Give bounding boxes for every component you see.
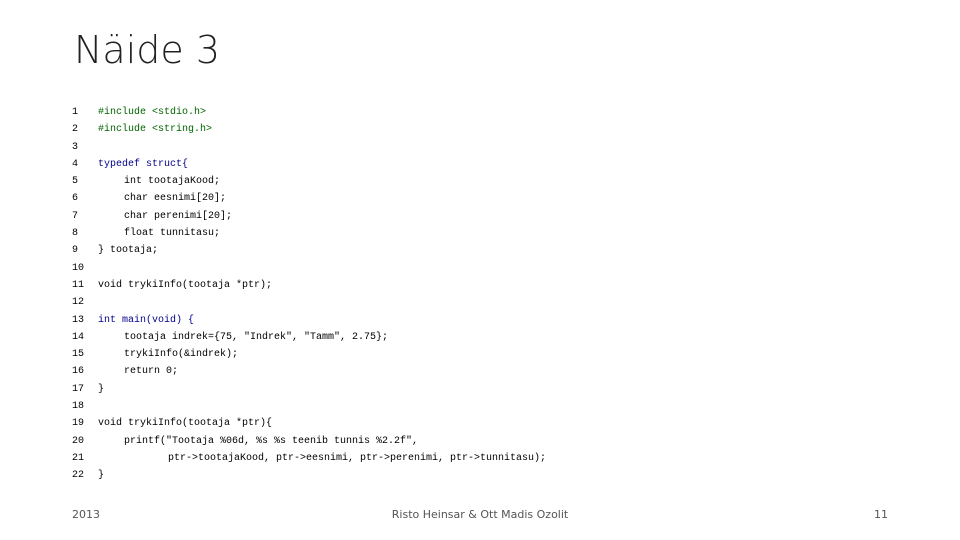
line-number: 2 xyxy=(72,124,79,136)
code-line: 1 #include <stdio.h> xyxy=(72,104,892,121)
code-line: 14 tootaja indrek={75, "Indrek", "Tamm", … xyxy=(72,329,892,346)
code-listing: 1 #include <stdio.h> 2 #include <string.h>… xyxy=(72,104,892,488)
code-text: typedef struct{ xyxy=(98,158,189,170)
code-text: trykiInfo(&indrek); xyxy=(124,349,239,361)
code-text: tootaja indrek={75, "Indrek", "Tamm", 2.… xyxy=(124,331,389,343)
code-line: 16 return 0; xyxy=(72,363,892,380)
code-line: 7 char perenimi[20]; xyxy=(72,208,892,225)
line-number: 16 xyxy=(72,366,85,378)
code-line: 20 printf("Tootaja %06d, %s %s teenib tun… xyxy=(72,433,892,450)
code-text: } xyxy=(98,383,105,395)
code-line: 11 void trykiInfo(tootaja *ptr); xyxy=(72,277,892,294)
line-number: 7 xyxy=(72,210,79,222)
code-line: 19 void trykiInfo(tootaja *ptr){ xyxy=(72,415,892,432)
line-number: 8 xyxy=(72,228,79,240)
code-line: 2 #include <string.h> xyxy=(72,121,892,138)
line-number: 20 xyxy=(72,435,85,447)
code-line: 6 char eesnimi[20]; xyxy=(72,190,892,207)
code-text: char perenimi[20]; xyxy=(124,210,233,222)
line-number: 17 xyxy=(72,383,85,395)
line-number: 21 xyxy=(72,452,85,464)
code-line: 9 } tootaja; xyxy=(72,242,892,259)
code-line: 15 trykiInfo(&indrek); xyxy=(72,346,892,363)
line-number: 10 xyxy=(72,262,85,274)
code-text: int tootajaKood; xyxy=(124,176,221,188)
line-number: 3 xyxy=(72,141,79,153)
code-text: } xyxy=(98,470,105,482)
line-number: 22 xyxy=(72,470,85,482)
line-number: 11 xyxy=(72,279,85,291)
line-number: 5 xyxy=(72,176,79,188)
code-text: return 0; xyxy=(124,366,179,378)
line-number: 14 xyxy=(72,331,85,343)
line-number: 12 xyxy=(72,297,85,309)
code-text: ptr->tootajaKood, ptr->eesnimi, ptr->per… xyxy=(168,452,547,464)
code-line: 3 xyxy=(72,139,892,156)
code-text: printf("Tootaja %06d, %s %s teenib tunni… xyxy=(124,435,419,447)
code-line: 5 int tootajaKood; xyxy=(72,173,892,190)
code-text: float tunnitasu; xyxy=(124,228,221,240)
slide-title: Näide 3 xyxy=(74,28,221,72)
code-line: 10 xyxy=(72,260,892,277)
slide-number: 11 xyxy=(874,508,888,521)
code-line: 13 int main(void) { xyxy=(72,312,892,329)
footer-authors: Risto Heinsar & Ott Madis Ozolit xyxy=(391,508,569,521)
line-number: 13 xyxy=(72,314,85,326)
line-number: 6 xyxy=(72,193,79,205)
line-number: 19 xyxy=(72,418,85,430)
code-text: void trykiInfo(tootaja *ptr){ xyxy=(98,418,273,430)
code-text: } tootaja; xyxy=(98,245,159,257)
code-line: 22} xyxy=(72,467,892,484)
code-line: 21 ptr->tootajaKood, ptr->eesnimi, ptr->p… xyxy=(72,450,892,467)
line-number: 4 xyxy=(72,158,79,170)
code-text: char eesnimi[20]; xyxy=(124,193,227,205)
line-number: 9 xyxy=(72,245,79,257)
code-text: #include <string.h> xyxy=(98,124,213,136)
code-text: #include <stdio.h> xyxy=(98,107,207,118)
code-line: 17} xyxy=(72,381,892,398)
line-number: 18 xyxy=(72,401,85,413)
code-text: int main(void) { xyxy=(98,314,195,326)
code-line: 8 float tunnitasu; xyxy=(72,225,892,242)
code-line: 18 xyxy=(72,398,892,415)
line-number: 15 xyxy=(72,349,85,361)
line-number: 1 xyxy=(72,107,79,118)
code-line: 4 typedef struct{ xyxy=(72,156,892,173)
code-text: void trykiInfo(tootaja *ptr); xyxy=(98,279,273,291)
code-line: 12 xyxy=(72,294,892,311)
